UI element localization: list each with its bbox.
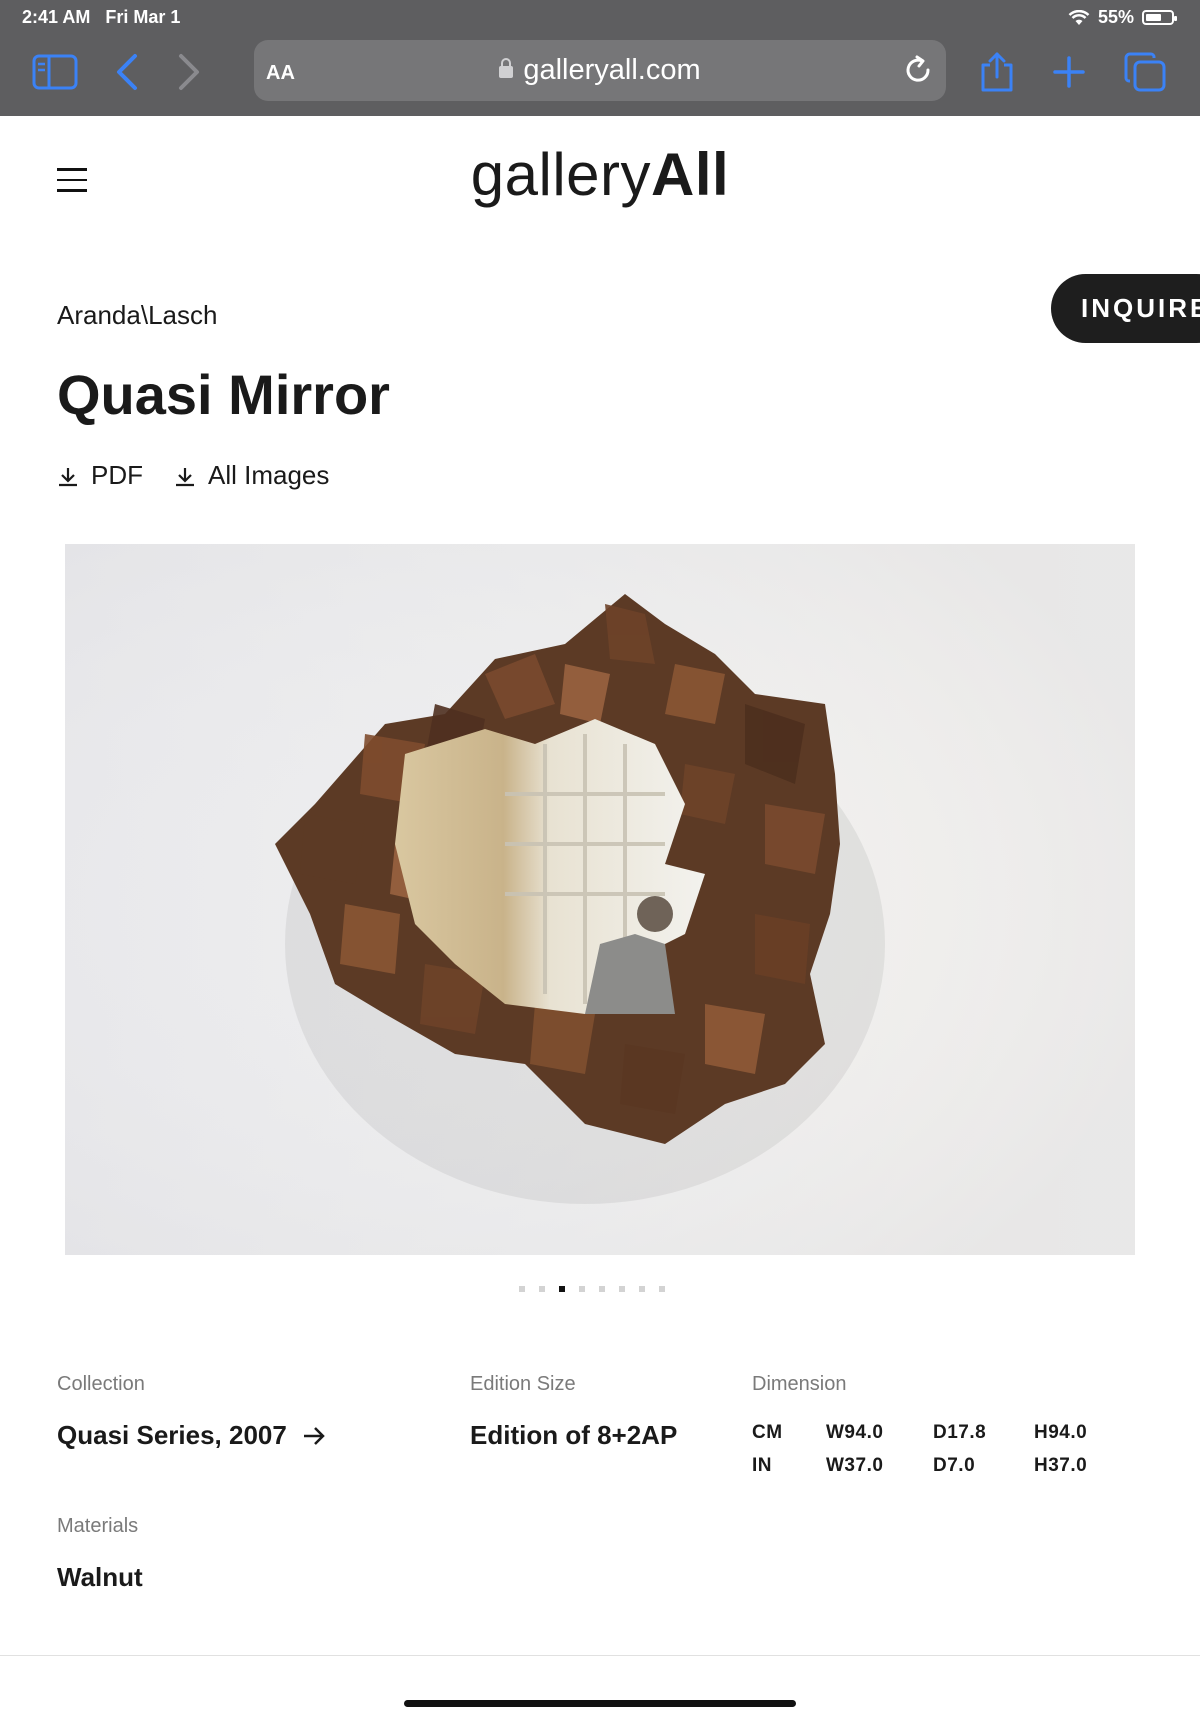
all-images-label: All Images [208,460,330,490]
dim-height-in: H37.0 [1034,1455,1088,1476]
url-text: galleryall.com [523,54,701,86]
url-display[interactable]: galleryall.com [254,54,946,87]
pdf-download-link[interactable]: PDF [57,460,143,491]
dim-width-in: W37.0 [826,1455,884,1476]
carousel-dots[interactable] [519,1286,665,1292]
tabs-icon[interactable] [1122,50,1168,94]
dim-height-cm: H94.0 [1034,1422,1088,1443]
edition-value: Edition of 8+2AP [470,1420,678,1450]
battery-icon [1142,10,1177,25]
download-icon [59,467,77,486]
materials-label: Materials [57,1515,139,1537]
wifi-icon [1068,9,1090,25]
carousel-dot[interactable] [559,1286,565,1292]
battery-percent: 55% [1097,7,1134,27]
browser-chrome: 2:41 AM Fri Mar 1 55% AA galleryall.com [0,0,1200,116]
home-indicator[interactable] [404,1700,796,1707]
dim-depth-cm: D17.8 [933,1422,987,1443]
status-date: Fri Mar 1 [105,7,181,27]
status-indicators: 55% [1068,7,1177,28]
collection-label: Collection [57,1373,145,1395]
carousel-dot[interactable] [619,1286,625,1292]
logo-bold: All [651,141,730,208]
collection-link[interactable]: Quasi Series, 2007 [57,1420,326,1451]
mirror-illustration [65,544,1135,1255]
carousel-dot[interactable] [639,1286,645,1292]
reload-icon[interactable] [902,54,934,91]
back-icon[interactable] [104,50,150,94]
collection-value: Quasi Series, 2007 [57,1420,287,1450]
carousel-dot[interactable] [659,1286,665,1292]
lock-icon [499,58,514,78]
logo-light: gallery [470,141,652,208]
all-images-download-link[interactable]: All Images [174,460,329,491]
artist-name[interactable]: Aranda\Lasch [57,300,217,331]
carousel-dot[interactable] [599,1286,605,1292]
new-tab-icon[interactable] [1046,50,1092,94]
carousel-dot[interactable] [519,1286,525,1292]
dimension-label: Dimension [752,1373,847,1395]
materials-value: Walnut [57,1562,143,1592]
page-title: Quasi Mirror [57,363,390,426]
carousel-dot[interactable] [579,1286,585,1292]
status-time: 2:41 AM Fri Mar 1 [22,7,180,28]
share-icon[interactable] [974,50,1020,94]
edition-label: Edition Size [470,1373,576,1395]
arrow-right-icon [304,1427,325,1445]
pdf-label: PDF [91,460,143,490]
sidebar-icon[interactable] [32,50,78,94]
section-divider [0,1655,1200,1656]
inquire-button[interactable]: INQUIRE [1051,274,1200,343]
download-icon [176,467,194,486]
product-image[interactable] [65,544,1135,1255]
forward-icon[interactable] [166,50,212,94]
site-logo[interactable]: galleryAll [0,140,1200,209]
status-clock: 2:41 AM [22,7,91,27]
dim-width-cm: W94.0 [826,1422,884,1443]
dim-unit-in: IN [752,1455,772,1476]
dim-unit-cm: CM [752,1422,783,1443]
dim-depth-in: D7.0 [933,1455,976,1476]
address-bar[interactable]: AA galleryall.com [254,40,946,101]
carousel-dot[interactable] [539,1286,545,1292]
